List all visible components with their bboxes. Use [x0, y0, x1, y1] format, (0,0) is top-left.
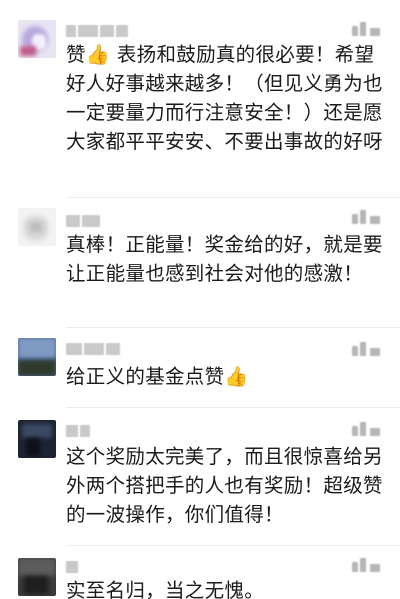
like-icon[interactable] [352, 342, 382, 358]
like-icon[interactable] [352, 210, 382, 226]
like-icon[interactable] [352, 422, 382, 438]
comment-text: 这个奖励太完美了，而且很惊喜给另外两个搭把手的人也有奖励！超级赞的一波操作，你们… [66, 445, 383, 526]
comment-text: 实至名归，当之无愧。 [66, 579, 265, 599]
username-blurred[interactable] [66, 422, 96, 437]
comment-item: 赞👍 表扬和鼓励真的很必要！希望好人好事越来越多！（但见义勇为也一定要量力而行注… [0, 0, 400, 200]
like-icon[interactable] [352, 558, 382, 574]
comment-item: 这个奖励太完美了，而且很惊喜给另外两个搭把手的人也有奖励！超级赞的一波操作，你们… [0, 410, 400, 550]
user-avatar-icon[interactable] [18, 208, 56, 246]
comment-item: 实至名归，当之无愧。 [0, 548, 400, 599]
user-avatar-icon[interactable] [18, 20, 56, 58]
divider [66, 407, 400, 408]
divider [66, 545, 400, 546]
user-avatar-icon[interactable] [18, 338, 56, 376]
comment-feed: 赞👍 表扬和鼓励真的很必要！希望好人好事越来越多！（但见义勇为也一定要量力而行注… [0, 0, 400, 599]
comment-text: 真棒！正能量！奖金给的好，就是要让正能量也感到社会对他的感激！ [66, 233, 383, 285]
comment-text: 赞👍 表扬和鼓励真的很必要！希望好人好事越来越多！（但见义勇为也一定要量力而行注… [66, 43, 383, 153]
username-blurred[interactable] [66, 558, 88, 573]
username-blurred[interactable] [66, 212, 106, 227]
comment-text: 给正义的基金点赞👍 [66, 365, 249, 388]
username-blurred[interactable] [66, 22, 136, 37]
user-avatar-icon[interactable] [18, 558, 56, 596]
like-icon[interactable] [352, 22, 382, 38]
comment-item: 真棒！正能量！奖金给的好，就是要让正能量也感到社会对他的感激！ [0, 200, 400, 330]
user-avatar-icon[interactable] [18, 420, 56, 458]
username-blurred[interactable] [66, 340, 122, 355]
comment-item: 给正义的基金点赞👍 [0, 330, 400, 410]
divider [66, 197, 400, 198]
divider [66, 327, 400, 328]
